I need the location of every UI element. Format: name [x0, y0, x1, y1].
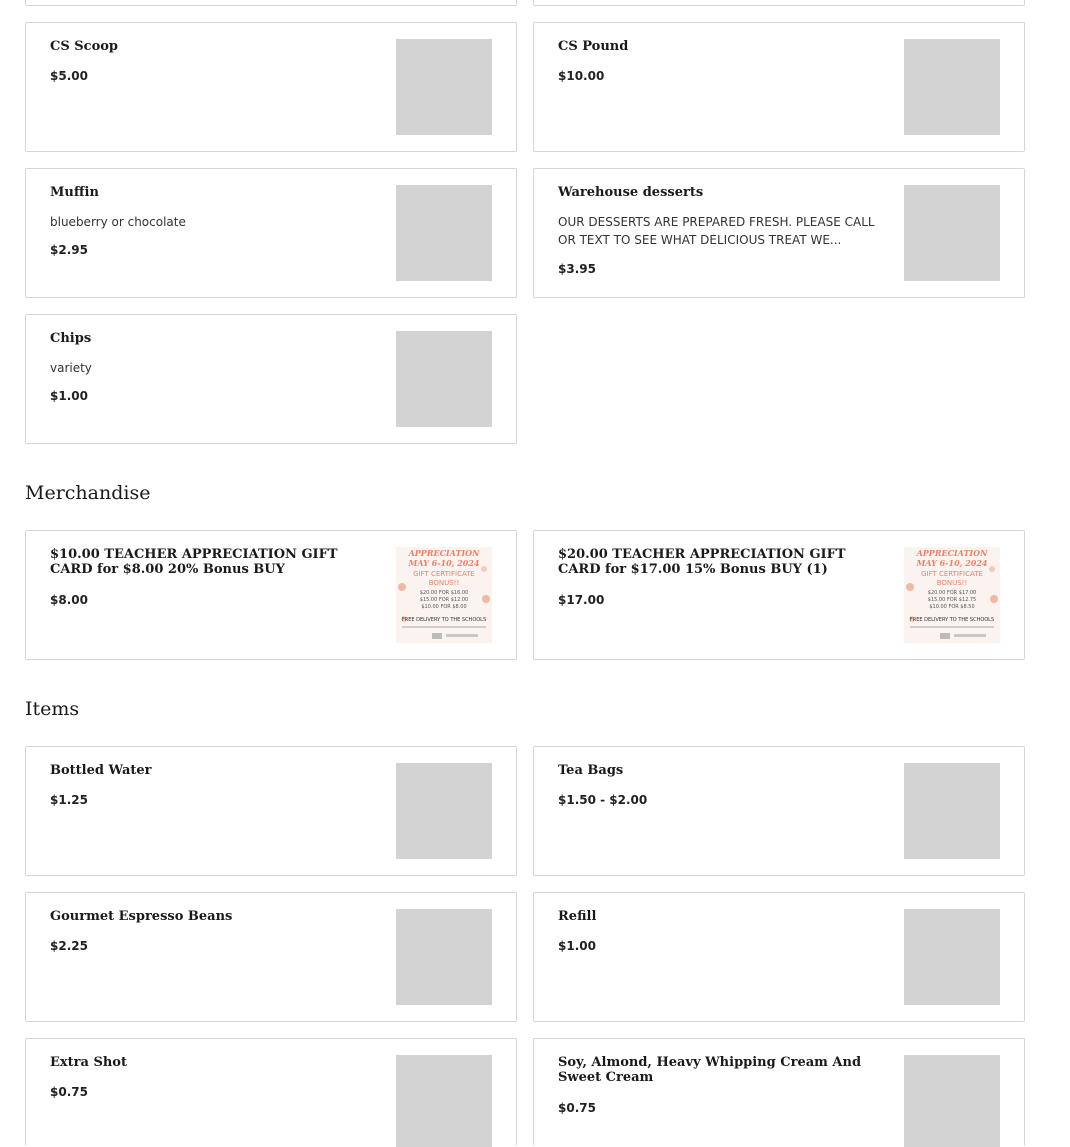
- menu-item-card[interactable]: Soy, Almond, Heavy Whipping Cream And Sw…: [533, 1038, 1025, 1147]
- menu-item-card[interactable]: Muffin blueberry or chocolate $2.95: [25, 168, 517, 298]
- item-name: Extra Shot: [50, 1055, 127, 1070]
- item-image-placeholder: [396, 185, 492, 281]
- item-price: $1.00: [50, 389, 88, 403]
- item-description: blueberry or chocolate: [50, 215, 186, 229]
- menu-item-card[interactable]: Warehouse desserts OUR DESSERTS ARE PREP…: [533, 168, 1025, 298]
- flyer-line: FREE DELIVERY TO THE SCHOOLS: [910, 617, 994, 623]
- item-description: OUR DESSERTS ARE PREPARED FRESH. PLEASE …: [558, 215, 875, 247]
- flyer-line: GIFT CERTIFICATE: [921, 570, 983, 578]
- item-name: Soy, Almond, Heavy Whipping Cream And Sw…: [558, 1055, 862, 1085]
- flyer-line: APPRECIATION: [916, 548, 989, 558]
- flyer-line: BONUS!!: [937, 579, 968, 587]
- item-price: $1.00: [558, 939, 596, 953]
- item-image-placeholder: [904, 909, 1000, 1005]
- menu-item-card-partial[interactable]: [533, 0, 1025, 6]
- section-title-merchandise: Merchandise: [25, 482, 151, 504]
- menu-item-card[interactable]: Tea Bags $1.50 - $2.00: [533, 746, 1025, 876]
- item-name: Warehouse desserts: [558, 185, 704, 200]
- flyer-line: GIFT CERTIFICATE: [413, 570, 475, 578]
- flyer-line: BONUS!!: [429, 579, 460, 587]
- item-price: $10.00: [558, 69, 605, 83]
- flyer-line: MAY 6-10, 2024: [915, 558, 987, 568]
- item-image-placeholder: [396, 1055, 492, 1147]
- menu-item-card[interactable]: Bottled Water $1.25: [25, 746, 517, 876]
- flyer-line: $10.00 FOR $8.50: [929, 604, 974, 610]
- item-price: $17.00: [558, 593, 605, 607]
- item-price: $3.95: [558, 262, 596, 276]
- item-name: $10.00 TEACHER APPRECIATION GIFT CARD fo…: [50, 547, 338, 577]
- item-name: Gourmet Espresso Beans: [50, 909, 233, 924]
- item-image-placeholder: [396, 763, 492, 859]
- menu-item-card[interactable]: $20.00 TEACHER APPRECIATION GIFT CARD fo…: [533, 530, 1025, 660]
- menu-item-card-partial[interactable]: [25, 0, 517, 6]
- menu-item-card[interactable]: Gourmet Espresso Beans $2.25: [25, 892, 517, 1022]
- item-image-placeholder: [396, 331, 492, 427]
- flyer-line: $15.00 FOR $12.75: [928, 597, 976, 603]
- item-name: Muffin: [50, 185, 99, 200]
- flyer-line: $20.00 FOR $17.00: [928, 590, 976, 596]
- item-image-placeholder: [396, 909, 492, 1005]
- menu-item-card[interactable]: $10.00 TEACHER APPRECIATION GIFT CARD fo…: [25, 530, 517, 660]
- gift-certificate-flyer-image: APPRECIATION MAY 6-10, 2024 GIFT CERTIFI…: [396, 547, 492, 643]
- flyer-line: $10.00 FOR $8.00: [421, 604, 466, 610]
- flyer-line: APPRECIATION: [408, 548, 481, 558]
- item-name: Tea Bags: [558, 763, 624, 778]
- flyer-graphic: APPRECIATION MAY 6-10, 2024 GIFT CERTIFI…: [396, 547, 492, 643]
- item-description: variety: [50, 361, 92, 375]
- item-price: $5.00: [50, 69, 88, 83]
- section-title-items: Items: [25, 698, 80, 720]
- flyer-line: MAY 6-10, 2024: [407, 558, 479, 568]
- item-image-placeholder: [904, 763, 1000, 859]
- item-name: $20.00 TEACHER APPRECIATION GIFT CARD fo…: [558, 547, 846, 577]
- flyer-line: $20.00 FOR $16.00: [420, 590, 468, 596]
- item-name: CS Pound: [558, 39, 629, 54]
- item-name: Bottled Water: [50, 763, 152, 778]
- item-name: Refill: [558, 909, 597, 924]
- item-price: $1.25: [50, 793, 88, 807]
- item-name: Chips: [50, 331, 92, 346]
- item-price: $0.75: [558, 1101, 596, 1115]
- item-image-placeholder: [904, 1055, 1000, 1147]
- menu-item-card[interactable]: CS Pound $10.00: [533, 22, 1025, 152]
- item-image-placeholder: [904, 39, 1000, 135]
- menu-item-card[interactable]: Extra Shot $0.75: [25, 1038, 517, 1147]
- menu-item-card[interactable]: Refill $1.00: [533, 892, 1025, 1022]
- item-price: $2.25: [50, 939, 88, 953]
- flyer-graphic: APPRECIATION MAY 6-10, 2024 GIFT CERTIFI…: [904, 547, 1000, 643]
- menu-item-card[interactable]: CS Scoop $5.00: [25, 22, 517, 152]
- item-price: $1.50 - $2.00: [558, 793, 648, 807]
- menu-item-card[interactable]: Chips variety $1.00: [25, 314, 517, 444]
- item-name: CS Scoop: [50, 39, 118, 54]
- item-image-placeholder: [904, 185, 1000, 281]
- item-price: $0.75: [50, 1085, 88, 1099]
- gift-certificate-flyer-image: APPRECIATION MAY 6-10, 2024 GIFT CERTIFI…: [904, 547, 1000, 643]
- item-price: $8.00: [50, 593, 88, 607]
- flyer-line: $15.00 FOR $12.00: [420, 597, 468, 603]
- flyer-line: FREE DELIVERY TO THE SCHOOLS: [402, 617, 486, 623]
- item-image-placeholder: [396, 39, 492, 135]
- item-price: $2.95: [50, 243, 88, 257]
